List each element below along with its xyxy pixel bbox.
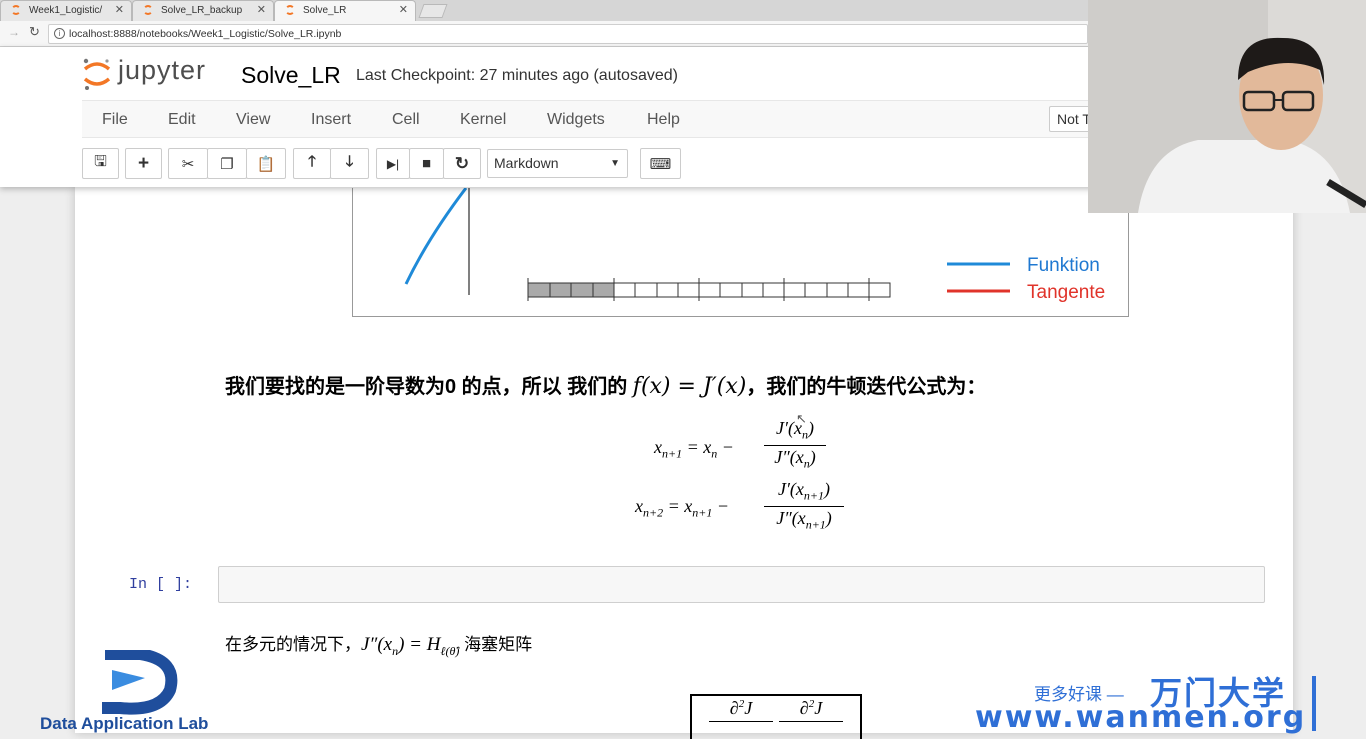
equation-2-fraction: J′(xn+1) J″(xn+1): [764, 479, 844, 532]
menu-file[interactable]: File: [102, 111, 128, 129]
step-forward-icon: ▶|: [386, 156, 400, 171]
tab-label: Week1_Logistic/: [29, 5, 103, 16]
progress-slider[interactable]: [527, 278, 891, 301]
watermark-url: www.wanmen.org: [975, 700, 1307, 735]
jupyter-logo-text[interactable]: jupyter: [118, 55, 206, 86]
info-icon[interactable]: i: [54, 28, 65, 39]
menu-edit[interactable]: Edit: [168, 111, 196, 129]
heading-prefix: 我们要找的是一阶导数为0 的点，所以 我们的: [225, 376, 633, 398]
menu-view[interactable]: View: [236, 111, 270, 129]
equation-2-lhs: xn+2 = xn+1 −: [635, 496, 730, 520]
markdown-heading: 我们要找的是一阶导数为0 的点，所以 我们的 f(x) = J′(x)，我们的牛…: [225, 370, 986, 399]
code-cell-input[interactable]: [218, 566, 1265, 603]
heading-suffix: ，我们的牛顿迭代公式为：: [746, 376, 987, 398]
save-button[interactable]: 🖫: [82, 148, 119, 179]
command-palette-button[interactable]: ⌨: [640, 148, 681, 179]
plus-icon: +: [137, 152, 150, 174]
dal-logo-text: Data Application Lab: [40, 714, 209, 733]
stop-icon: ■: [421, 155, 432, 172]
tab-label: Solve_LR: [303, 5, 347, 16]
cut-button[interactable]: ✂: [168, 148, 208, 179]
notebook-title[interactable]: Solve_LR: [241, 62, 341, 89]
equation-1-lhs: xn+1 = xn −: [654, 437, 734, 461]
jupyter-favicon-icon: [143, 5, 153, 15]
menu-kernel[interactable]: Kernel: [460, 111, 506, 129]
insert-cell-button[interactable]: +: [125, 148, 162, 179]
checkpoint-status: Last Checkpoint: 27 minutes ago (autosav…: [356, 67, 678, 84]
menu-widgets[interactable]: Widgets: [547, 111, 605, 129]
menu-bar: File Edit View Insert Cell Kernel Widget…: [82, 100, 1092, 138]
jupyter-logo-icon[interactable]: [82, 57, 112, 91]
close-icon[interactable]: ✕: [115, 1, 124, 20]
legend-funktion-label: Funktion: [1027, 255, 1100, 276]
jupyter-favicon-icon: [11, 5, 21, 15]
mouse-cursor-icon: ↖: [796, 411, 807, 426]
hessian-matrix: ∂2J ∂2J: [690, 694, 862, 739]
restart-button[interactable]: ↻: [443, 148, 481, 179]
matrix-entry-2: ∂2J: [779, 698, 843, 722]
matrix-entry-1: ∂2J: [709, 698, 773, 722]
hessian-suffix: 海塞矩阵: [459, 635, 533, 654]
webcam-overlay: [1088, 0, 1366, 213]
browser-tab-solve-lr[interactable]: Solve_LR ✕: [274, 0, 416, 21]
watermark-divider: [1312, 676, 1316, 731]
function-curve: [404, 187, 468, 285]
interrupt-button[interactable]: ■: [409, 148, 444, 179]
url-text: localhost:8888/notebooks/Week1_Logistic/…: [69, 28, 342, 40]
input-prompt: In [ ]:: [129, 576, 193, 593]
run-button[interactable]: ▶|: [376, 148, 410, 179]
tab-label: Solve_LR_backup: [161, 5, 243, 16]
chevron-down-icon: ▼: [610, 158, 620, 169]
presenter-video: [1088, 0, 1366, 213]
plot-output: [352, 187, 1129, 317]
menu-cell[interactable]: Cell: [392, 111, 420, 129]
cell-type-select[interactable]: Markdown ▼: [487, 149, 628, 178]
save-icon: 🖫: [94, 153, 107, 170]
move-down-button[interactable]: 🡓: [330, 148, 369, 179]
arrow-up-icon: 🡑: [308, 153, 316, 170]
move-up-button[interactable]: 🡑: [293, 148, 331, 179]
url-input[interactable]: i localhost:8888/notebooks/Week1_Logisti…: [48, 24, 1088, 44]
forward-icon[interactable]: →: [8, 25, 20, 39]
browser-tab-solve-lr-backup[interactable]: Solve_LR_backup ✕: [132, 0, 274, 21]
browser-tab-week1[interactable]: Week1_Logistic/ ✕: [0, 0, 132, 21]
paste-icon: 📋: [256, 155, 276, 173]
arrow-down-icon: 🡓: [345, 153, 354, 170]
new-tab-button[interactable]: [418, 4, 448, 18]
paste-button[interactable]: 📋: [246, 148, 286, 179]
jupyter-favicon-icon: [285, 5, 295, 15]
restart-icon: ↻: [454, 153, 470, 173]
copy-icon: ❐: [220, 155, 234, 173]
cut-icon: ✂: [181, 155, 195, 173]
menu-insert[interactable]: Insert: [311, 111, 351, 129]
copy-button[interactable]: ❐: [207, 148, 247, 179]
equation-1-fraction: J′(xn) J″(xn): [764, 418, 826, 471]
formula-fx-equals-jprime: f(x) = J′(x): [632, 374, 747, 399]
menu-help[interactable]: Help: [647, 111, 680, 129]
close-icon[interactable]: ✕: [399, 1, 408, 20]
close-icon[interactable]: ✕: [257, 1, 266, 20]
markdown-hessian: 在多元的情况下，J″(xn) = Hℓ(θ̂) 海塞矩阵: [225, 630, 532, 659]
plot-graphics: [404, 187, 1010, 301]
reload-icon[interactable]: ↻: [29, 24, 40, 40]
legend-tangente-label: Tangente: [1027, 282, 1106, 303]
keyboard-icon: ⌨: [649, 155, 672, 173]
cell-type-value: Markdown: [494, 155, 559, 171]
formula-jpp-equals-hessian: J″(xn) = Hℓ(θ̂): [361, 634, 460, 658]
